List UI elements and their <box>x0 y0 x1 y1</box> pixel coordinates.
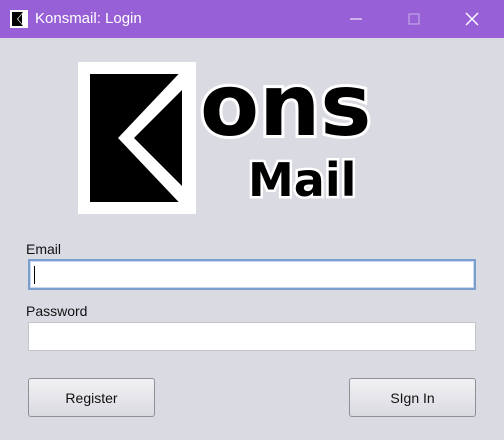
password-label: Password <box>26 303 88 319</box>
maximize-icon <box>408 13 420 25</box>
minimize-icon <box>350 18 362 20</box>
minimize-button[interactable] <box>327 0 385 38</box>
title-bar[interactable]: Konsmail: Login <box>0 0 504 38</box>
logo-word-ons: ons <box>200 62 372 156</box>
register-button[interactable]: Register <box>28 378 155 417</box>
email-field[interactable] <box>28 259 476 290</box>
close-icon <box>465 12 479 26</box>
maximize-button[interactable] <box>385 0 443 38</box>
close-button[interactable] <box>443 0 501 38</box>
login-window: Konsmail: Login ons Mail Email Password <box>0 0 504 440</box>
sign-in-button[interactable]: SIgn In <box>349 378 476 417</box>
text-caret <box>34 266 35 284</box>
logo-word-mail: Mail <box>248 153 356 207</box>
email-label: Email <box>26 241 62 257</box>
password-field[interactable] <box>28 322 476 351</box>
konsmail-logo: ons Mail <box>78 62 375 214</box>
window-title: Konsmail: Login <box>35 10 142 27</box>
konsmail-app-icon <box>10 10 28 28</box>
